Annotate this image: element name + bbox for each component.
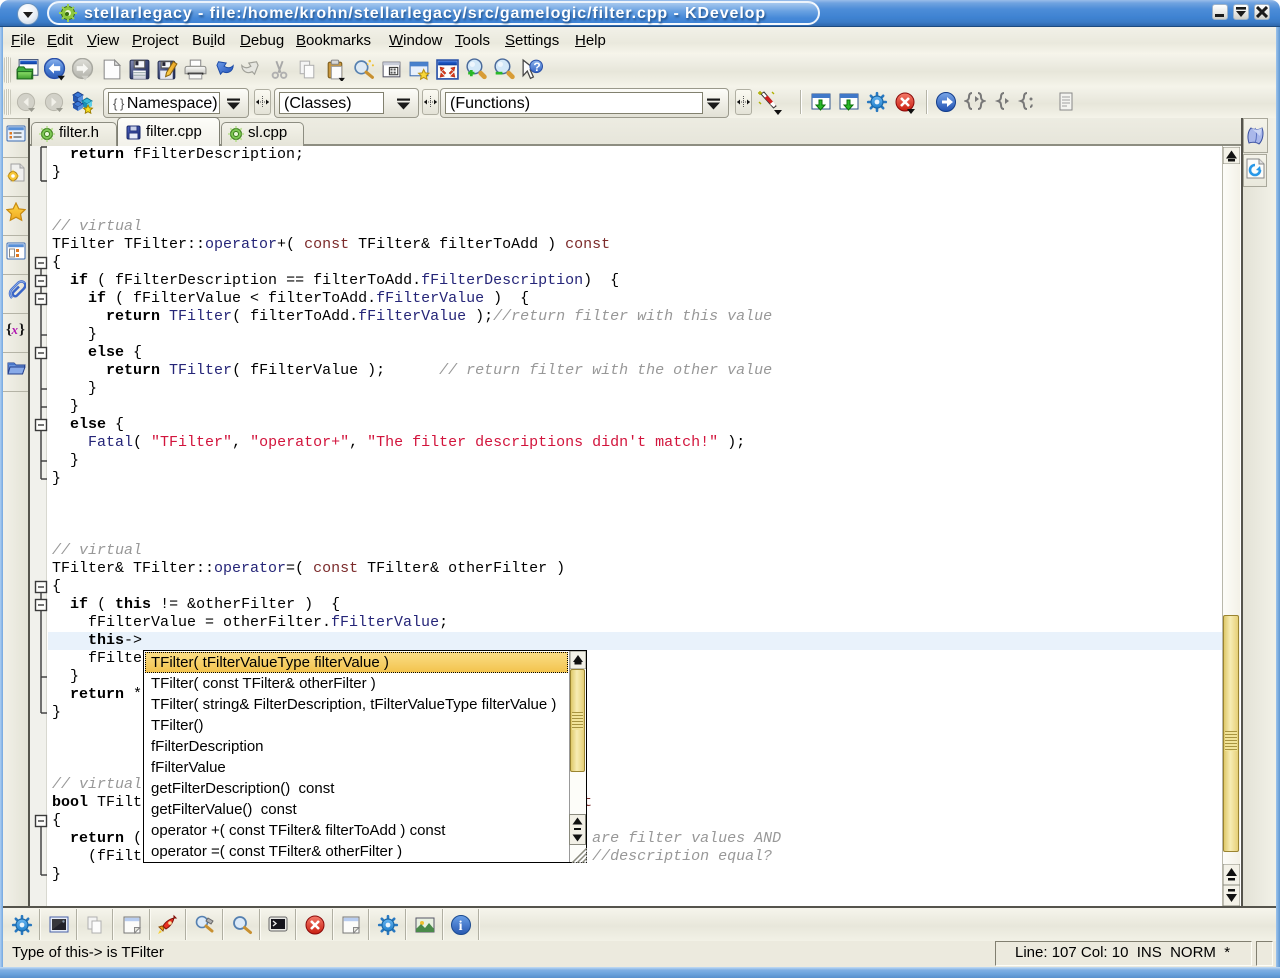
svg-text:?: ? [533, 60, 540, 74]
svg-text:x: x [11, 322, 19, 337]
svg-text:}: } [19, 322, 25, 338]
svg-text:i: i [459, 919, 463, 934]
